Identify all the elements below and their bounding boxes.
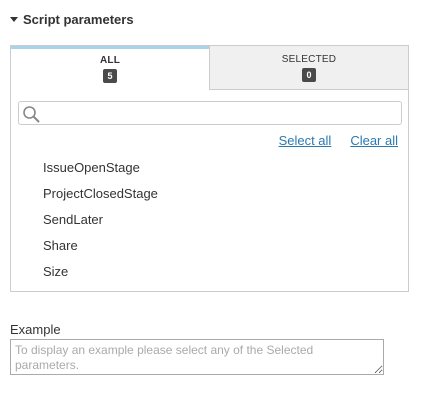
tab-selected-label: SELECTED bbox=[281, 54, 337, 65]
example-textarea[interactable] bbox=[10, 339, 384, 375]
tab-all-count-badge: 5 bbox=[103, 69, 117, 83]
tab-selected[interactable]: SELECTED 0 bbox=[209, 46, 408, 90]
search-input[interactable] bbox=[43, 104, 397, 122]
caret-down-icon[interactable] bbox=[10, 17, 18, 22]
script-parameters-header[interactable]: Script parameters bbox=[10, 10, 134, 28]
tab-all[interactable]: ALL 5 bbox=[11, 46, 209, 90]
select-links: Select all Clear all bbox=[279, 133, 398, 148]
select-all-link[interactable]: Select all bbox=[279, 133, 332, 148]
tab-all-label: ALL bbox=[99, 55, 121, 66]
parameter-item-projectclosedstage[interactable]: ProjectClosedStage bbox=[43, 185, 158, 211]
example-label: Example bbox=[10, 322, 61, 337]
search-icon bbox=[23, 106, 40, 123]
section-title: Script parameters bbox=[23, 11, 134, 27]
clear-all-link[interactable]: Clear all bbox=[350, 133, 398, 148]
parameter-item-share[interactable]: Share bbox=[43, 237, 158, 263]
parameter-item-issueopenstage[interactable]: IssueOpenStage bbox=[43, 159, 158, 185]
tab-bar: ALL 5 SELECTED 0 bbox=[11, 46, 408, 90]
parameter-item-sendlater[interactable]: SendLater bbox=[43, 211, 158, 237]
parameters-panel: ALL 5 SELECTED 0 Select all Clear all Is… bbox=[10, 45, 409, 292]
parameter-item-size[interactable]: Size bbox=[43, 263, 158, 289]
search-box[interactable] bbox=[18, 101, 402, 125]
tab-selected-count-badge: 0 bbox=[302, 68, 316, 82]
parameter-list: IssueOpenStage ProjectClosedStage SendLa… bbox=[43, 159, 158, 289]
